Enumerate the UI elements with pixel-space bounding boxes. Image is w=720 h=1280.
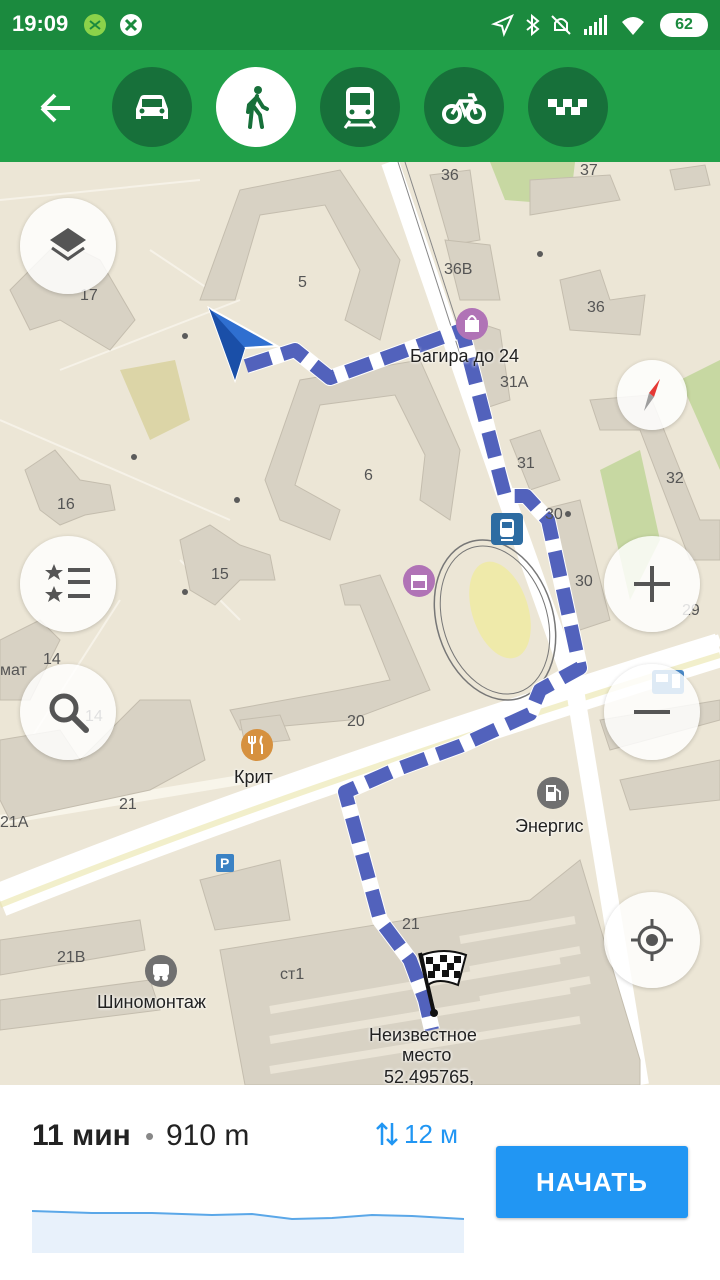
poi-label-energis[interactable]: Энергис xyxy=(515,816,584,837)
route-distance: 910 m xyxy=(166,1119,250,1152)
building-number: 30 xyxy=(575,573,593,590)
status-time: 19:09 xyxy=(12,11,69,36)
poi-label-mat: мат xyxy=(0,662,27,679)
bookmarks-list-icon xyxy=(45,564,90,602)
taxi-mode-button[interactable] xyxy=(528,67,608,147)
tram-stop-icon[interactable] xyxy=(490,512,524,546)
route-summary-panel: 11 мин • 910 m 12 м НАЧАТЬ xyxy=(0,1085,720,1280)
location-arrow-icon xyxy=(490,14,514,38)
train-icon xyxy=(343,87,377,129)
building-number: 36В xyxy=(444,261,473,278)
building-number: 37 xyxy=(580,162,598,179)
minus-icon xyxy=(634,710,670,714)
elevation-arrows-icon xyxy=(376,1122,398,1146)
destination-coordinates: 52.495765, xyxy=(384,1067,475,1085)
signal-icon xyxy=(584,15,607,35)
building-number: 6 xyxy=(364,467,373,484)
compass-button[interactable] xyxy=(617,360,687,430)
layers-icon xyxy=(50,228,86,261)
route-elevation: 12 м xyxy=(404,1119,459,1149)
shopping-bag-icon[interactable] xyxy=(455,307,489,341)
bicycle-mode-button[interactable] xyxy=(424,67,504,147)
building-number: 15 xyxy=(211,566,229,583)
building-number: 21А xyxy=(0,814,29,831)
building-number: 16 xyxy=(57,496,75,513)
tire-service-icon[interactable] xyxy=(144,954,178,988)
zoom-out-button[interactable] xyxy=(604,664,700,760)
plus-icon xyxy=(634,566,670,602)
taxi-icon xyxy=(548,99,587,115)
pedestrian-icon xyxy=(246,86,269,129)
silent-icon xyxy=(551,15,571,35)
building-number: 36 xyxy=(441,167,459,184)
xbox-icon xyxy=(120,14,142,36)
car-icon xyxy=(136,95,168,119)
compass-icon xyxy=(644,379,660,411)
summary-separator: • xyxy=(145,1121,155,1151)
building-number: 32 xyxy=(666,470,684,487)
market-icon[interactable] xyxy=(402,564,436,598)
route-duration: 11 мин xyxy=(32,1119,131,1152)
building-number: ст1 xyxy=(280,966,305,983)
parking-icon: P xyxy=(216,854,234,872)
car-mode-button[interactable] xyxy=(112,67,192,147)
transit-mode-button[interactable] xyxy=(320,67,400,147)
search-icon xyxy=(49,693,89,733)
building-number: 36 xyxy=(587,299,605,316)
bluetooth-icon xyxy=(526,13,540,37)
building-number: 30 xyxy=(545,506,563,523)
svg-text:P: P xyxy=(220,855,229,871)
gas-station-icon[interactable] xyxy=(536,776,570,810)
arrow-left-icon[interactable] xyxy=(28,80,84,136)
building-number: 31А xyxy=(500,374,529,391)
poi-label-bagira[interactable]: Багира до 24 xyxy=(410,346,519,367)
poi-label-krit[interactable]: Крит xyxy=(234,767,273,788)
building-number: 21 xyxy=(402,916,420,933)
search-button[interactable] xyxy=(20,664,116,760)
battery-indicator: 62 xyxy=(660,13,708,37)
crosshair-icon xyxy=(631,919,673,961)
transport-toolbar xyxy=(0,50,720,162)
destination-name-line1: Неизвестное xyxy=(369,1025,477,1045)
zoom-in-button[interactable] xyxy=(604,536,700,632)
wifi-icon xyxy=(622,17,644,35)
restaurant-icon[interactable] xyxy=(240,728,274,762)
building-number: 21 xyxy=(119,796,137,813)
bicycle-icon xyxy=(442,93,486,124)
walk-mode-button[interactable] xyxy=(216,67,296,147)
bookmarks-button[interactable] xyxy=(20,536,116,632)
building-number: 21В xyxy=(57,949,86,966)
destination-flag-icon xyxy=(418,950,468,1017)
map-view[interactable]: 36 37 36В 36 5 17 31А 31 6 32 16 30 30 2… xyxy=(0,162,720,1085)
building-number: 31 xyxy=(517,455,535,472)
my-location-button[interactable] xyxy=(604,892,700,988)
start-navigation-button[interactable]: НАЧАТЬ xyxy=(496,1146,688,1218)
building-number: 20 xyxy=(347,713,365,730)
current-location-arrow-icon xyxy=(207,305,281,384)
poi-label-shinomontazh[interactable]: Шиномонтаж xyxy=(97,992,206,1013)
destination-name-line2: место xyxy=(402,1045,452,1065)
status-bar: 19:09 62 xyxy=(0,0,720,50)
building-number: 5 xyxy=(298,274,307,291)
app-notification-icon xyxy=(84,14,106,36)
layers-button[interactable] xyxy=(20,198,116,294)
elevation-profile-chart xyxy=(32,1210,464,1253)
